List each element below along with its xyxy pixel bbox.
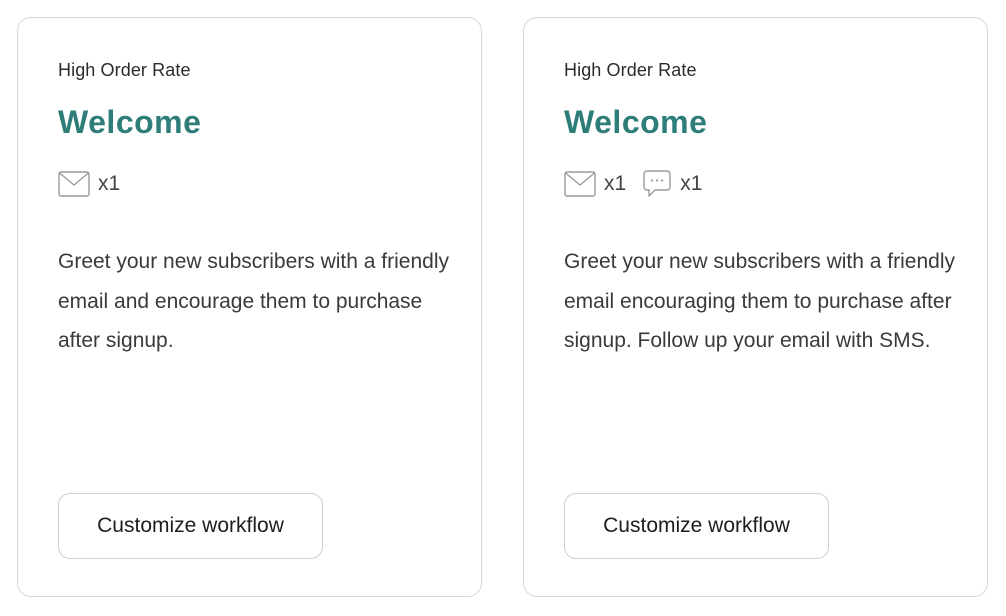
workflow-card-welcome-email: High Order Rate Welcome x1 Greet your ne… (17, 17, 482, 597)
email-count: x1 (98, 172, 121, 195)
channel-email: x1 (58, 171, 120, 197)
workflow-cards: High Order Rate Welcome x1 Greet your ne… (0, 0, 1006, 616)
card-title: Welcome (58, 104, 202, 140)
email-count: x1 (604, 172, 627, 195)
workflow-card-welcome-email-sms: High Order Rate Welcome x1 x1 Greet your… (523, 17, 988, 597)
channel-sms: x1 (642, 169, 702, 199)
card-eyebrow: High Order Rate (564, 60, 697, 80)
email-icon (58, 171, 90, 197)
customize-workflow-button[interactable]: Customize workflow (564, 493, 829, 559)
card-description: Greet your new subscribers with a friend… (564, 250, 955, 352)
customize-workflow-button[interactable]: Customize workflow (58, 493, 323, 559)
channel-email: x1 (564, 171, 626, 197)
sms-icon (642, 169, 672, 199)
sms-count: x1 (680, 172, 703, 195)
card-description: Greet your new subscribers with a friend… (58, 250, 449, 352)
channel-list: x1 x1 (564, 168, 718, 200)
card-title: Welcome (564, 104, 708, 140)
channel-list: x1 (58, 168, 136, 200)
card-eyebrow: High Order Rate (58, 60, 191, 80)
email-icon (564, 171, 596, 197)
